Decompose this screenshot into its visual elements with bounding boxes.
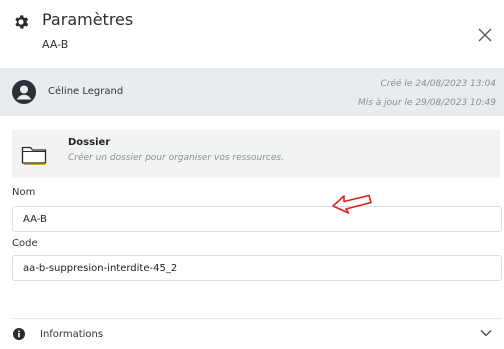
user-name: Céline Legrand xyxy=(48,86,124,97)
updated-date: Mis à jour le 29/08/2023 10:49 xyxy=(357,98,496,108)
code-input[interactable] xyxy=(12,255,502,281)
folder-icon xyxy=(21,146,47,165)
name-label: Nom xyxy=(12,187,36,198)
code-label: Code xyxy=(12,238,38,249)
created-date: Créé le 24/08/2023 13:04 xyxy=(380,79,497,89)
info-icon xyxy=(13,328,25,340)
red-arrow-icon xyxy=(332,194,372,214)
panel-subtitle: AA-B xyxy=(42,38,69,51)
avatar-icon xyxy=(12,80,36,104)
panel-title: Paramètres xyxy=(42,10,134,29)
card-description: Créer un dossier pour organiser vos ress… xyxy=(68,153,284,163)
folder-type-card: Dossier Créer un dossier pour organiser … xyxy=(12,130,500,178)
chevron-down-icon xyxy=(480,330,492,337)
close-icon[interactable] xyxy=(478,28,492,42)
informations-label: Informations xyxy=(40,329,104,340)
gear-icon xyxy=(15,15,29,29)
informations-section-toggle[interactable]: Informations xyxy=(0,319,504,349)
user-info-bar: Céline Legrand Créé le 24/08/2023 13:04 … xyxy=(0,68,504,116)
card-title: Dossier xyxy=(68,137,111,148)
panel-header: Paramètres AA-B xyxy=(0,0,504,68)
name-input[interactable] xyxy=(12,206,502,232)
